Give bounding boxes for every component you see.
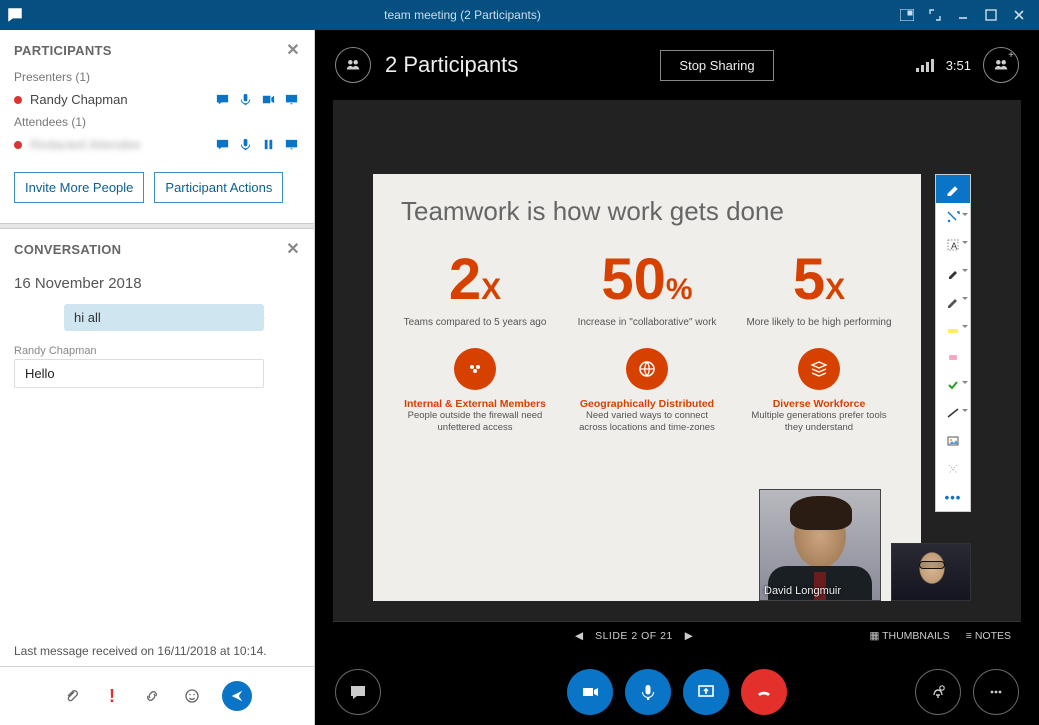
pen-tool-icon[interactable] bbox=[936, 175, 970, 203]
image-tool-icon[interactable] bbox=[936, 427, 970, 455]
call-timer: 3:51 bbox=[946, 58, 971, 73]
delete-tool-icon[interactable] bbox=[936, 455, 970, 483]
maximize-icon[interactable] bbox=[977, 1, 1005, 29]
left-sidebar: PARTICIPANTS ✕ Presenters (1) Randy Chap… bbox=[0, 30, 315, 725]
im-icon[interactable] bbox=[214, 91, 231, 108]
pip-self-video[interactable] bbox=[891, 543, 971, 601]
presence-dot-icon bbox=[14, 141, 22, 149]
stat-item: 50%Increase in "collaborative" work bbox=[573, 251, 721, 328]
participant-name: Redacted Attendee bbox=[30, 137, 214, 152]
participants-title: PARTICIPANTS bbox=[14, 43, 112, 58]
window-title: team meeting (2 Participants) bbox=[32, 8, 893, 22]
video-thumbnail bbox=[892, 544, 970, 600]
attach-icon[interactable] bbox=[62, 686, 82, 706]
more-tools-icon[interactable]: ••• bbox=[936, 483, 970, 511]
monitor-icon[interactable] bbox=[283, 136, 300, 153]
next-slide-icon[interactable]: ▶ bbox=[685, 630, 693, 642]
slide-title: Teamwork is how work gets done bbox=[401, 196, 893, 227]
device-settings-icon[interactable] bbox=[915, 669, 961, 715]
app-icon bbox=[6, 6, 24, 24]
pip-speaker-video[interactable]: David Longmuir bbox=[759, 489, 881, 601]
slide-nav-bar: ◀ SLIDE 2 OF 21 ▶ ▦ THUMBNAILS ≡ NOTES bbox=[333, 621, 1021, 649]
invite-more-button[interactable]: Invite More People bbox=[14, 172, 144, 203]
feature-item: Diverse WorkforceMultiple generations pr… bbox=[745, 348, 893, 435]
participant-row[interactable]: Randy Chapman bbox=[0, 88, 314, 111]
participants-close-icon[interactable]: ✕ bbox=[286, 40, 300, 60]
signal-icon bbox=[916, 59, 934, 72]
pen2-icon[interactable] bbox=[936, 287, 970, 315]
line-tool-icon[interactable] bbox=[936, 399, 970, 427]
video-thumbnail bbox=[760, 490, 880, 600]
hangup-button[interactable] bbox=[741, 669, 787, 715]
participant-name: Randy Chapman bbox=[30, 92, 214, 107]
contact-card-icon[interactable] bbox=[893, 1, 921, 29]
notes-button[interactable]: ≡ NOTES bbox=[966, 630, 1011, 642]
annotation-toolbar: A ••• bbox=[935, 174, 971, 512]
priority-icon[interactable]: ! bbox=[102, 686, 122, 706]
eraser-icon[interactable] bbox=[936, 343, 970, 371]
conversation-header: CONVERSATION ✕ bbox=[0, 229, 314, 265]
message-sender: Randy Chapman bbox=[14, 345, 314, 357]
video-icon[interactable] bbox=[260, 91, 277, 108]
message-outgoing: Hello bbox=[14, 359, 264, 388]
prev-slide-icon[interactable]: ◀ bbox=[575, 630, 583, 642]
slide-area[interactable]: Teamwork is how work gets done 2XTeams c… bbox=[333, 114, 1021, 621]
people-icon bbox=[454, 348, 496, 390]
mic-button[interactable] bbox=[625, 669, 671, 715]
mic-icon[interactable] bbox=[237, 91, 254, 108]
laser-pointer-icon[interactable] bbox=[936, 203, 970, 231]
layers-icon bbox=[798, 348, 840, 390]
chat-icon[interactable] bbox=[335, 669, 381, 715]
globe-icon bbox=[626, 348, 668, 390]
more-options-icon[interactable] bbox=[973, 669, 1019, 715]
presentation-stage: Teamwork is how work gets done 2XTeams c… bbox=[333, 100, 1021, 649]
send-button[interactable] bbox=[222, 681, 252, 711]
participants-header: PARTICIPANTS ✕ bbox=[0, 30, 314, 66]
video-paused-icon[interactable] bbox=[260, 136, 277, 153]
pip-name: David Longmuir bbox=[764, 585, 841, 597]
thumbnails-button[interactable]: ▦ THUMBNAILS bbox=[869, 630, 949, 642]
main-stage: 2 Participants Stop Sharing 3:51 + Teamw… bbox=[315, 30, 1039, 725]
stat-item: 5XMore likely to be high performing bbox=[745, 251, 893, 328]
slide-number: SLIDE 2 OF 21 bbox=[595, 630, 673, 642]
compose-bar: ! bbox=[0, 667, 314, 725]
minimize-icon[interactable] bbox=[949, 1, 977, 29]
feature-item: Internal & External MembersPeople outsid… bbox=[401, 348, 549, 435]
sharing-icon[interactable] bbox=[283, 91, 300, 108]
fullscreen-icon[interactable] bbox=[921, 1, 949, 29]
last-message-status: Last message received on 16/11/2018 at 1… bbox=[0, 636, 314, 667]
im-icon[interactable] bbox=[214, 136, 231, 153]
message-incoming: hi all bbox=[0, 298, 314, 337]
presence-dot-icon bbox=[14, 96, 22, 104]
share-button[interactable] bbox=[683, 669, 729, 715]
stat-item: 2XTeams compared to 5 years ago bbox=[401, 251, 549, 328]
marker-tool-icon[interactable] bbox=[936, 259, 970, 287]
message-bubble: hi all bbox=[64, 304, 264, 331]
stop-sharing-button[interactable]: Stop Sharing bbox=[660, 50, 773, 81]
mic-icon[interactable] bbox=[237, 136, 254, 153]
link-icon[interactable] bbox=[142, 686, 162, 706]
participants-count: 2 Participants bbox=[385, 52, 518, 78]
attendees-label: Attendees (1) bbox=[0, 111, 314, 133]
share-header: 2 Participants Stop Sharing 3:51 + bbox=[315, 30, 1039, 100]
video-button[interactable] bbox=[567, 669, 613, 715]
highlighter-icon[interactable] bbox=[936, 315, 970, 343]
participant-row[interactable]: Redacted Attendee bbox=[0, 133, 314, 156]
emoji-icon[interactable] bbox=[182, 686, 202, 706]
title-bar[interactable]: team meeting (2 Participants) bbox=[0, 0, 1039, 30]
roster-icon[interactable] bbox=[335, 47, 371, 83]
close-window-icon[interactable] bbox=[1005, 1, 1033, 29]
check-icon[interactable] bbox=[936, 371, 970, 399]
add-participant-icon[interactable]: + bbox=[983, 47, 1019, 83]
text-tool-icon[interactable]: A bbox=[936, 231, 970, 259]
conversation-close-icon[interactable]: ✕ bbox=[286, 239, 300, 259]
participant-actions-button[interactable]: Participant Actions bbox=[154, 172, 283, 203]
presenters-label: Presenters (1) bbox=[0, 66, 314, 88]
svg-text:A: A bbox=[951, 241, 957, 251]
feature-item: Geographically DistributedNeed varied wa… bbox=[573, 348, 721, 435]
call-controls bbox=[315, 659, 1039, 725]
app-window: team meeting (2 Participants) PARTICIPAN… bbox=[0, 0, 1039, 725]
conversation-title: CONVERSATION bbox=[14, 242, 121, 257]
conversation-date: 16 November 2018 bbox=[0, 265, 314, 298]
